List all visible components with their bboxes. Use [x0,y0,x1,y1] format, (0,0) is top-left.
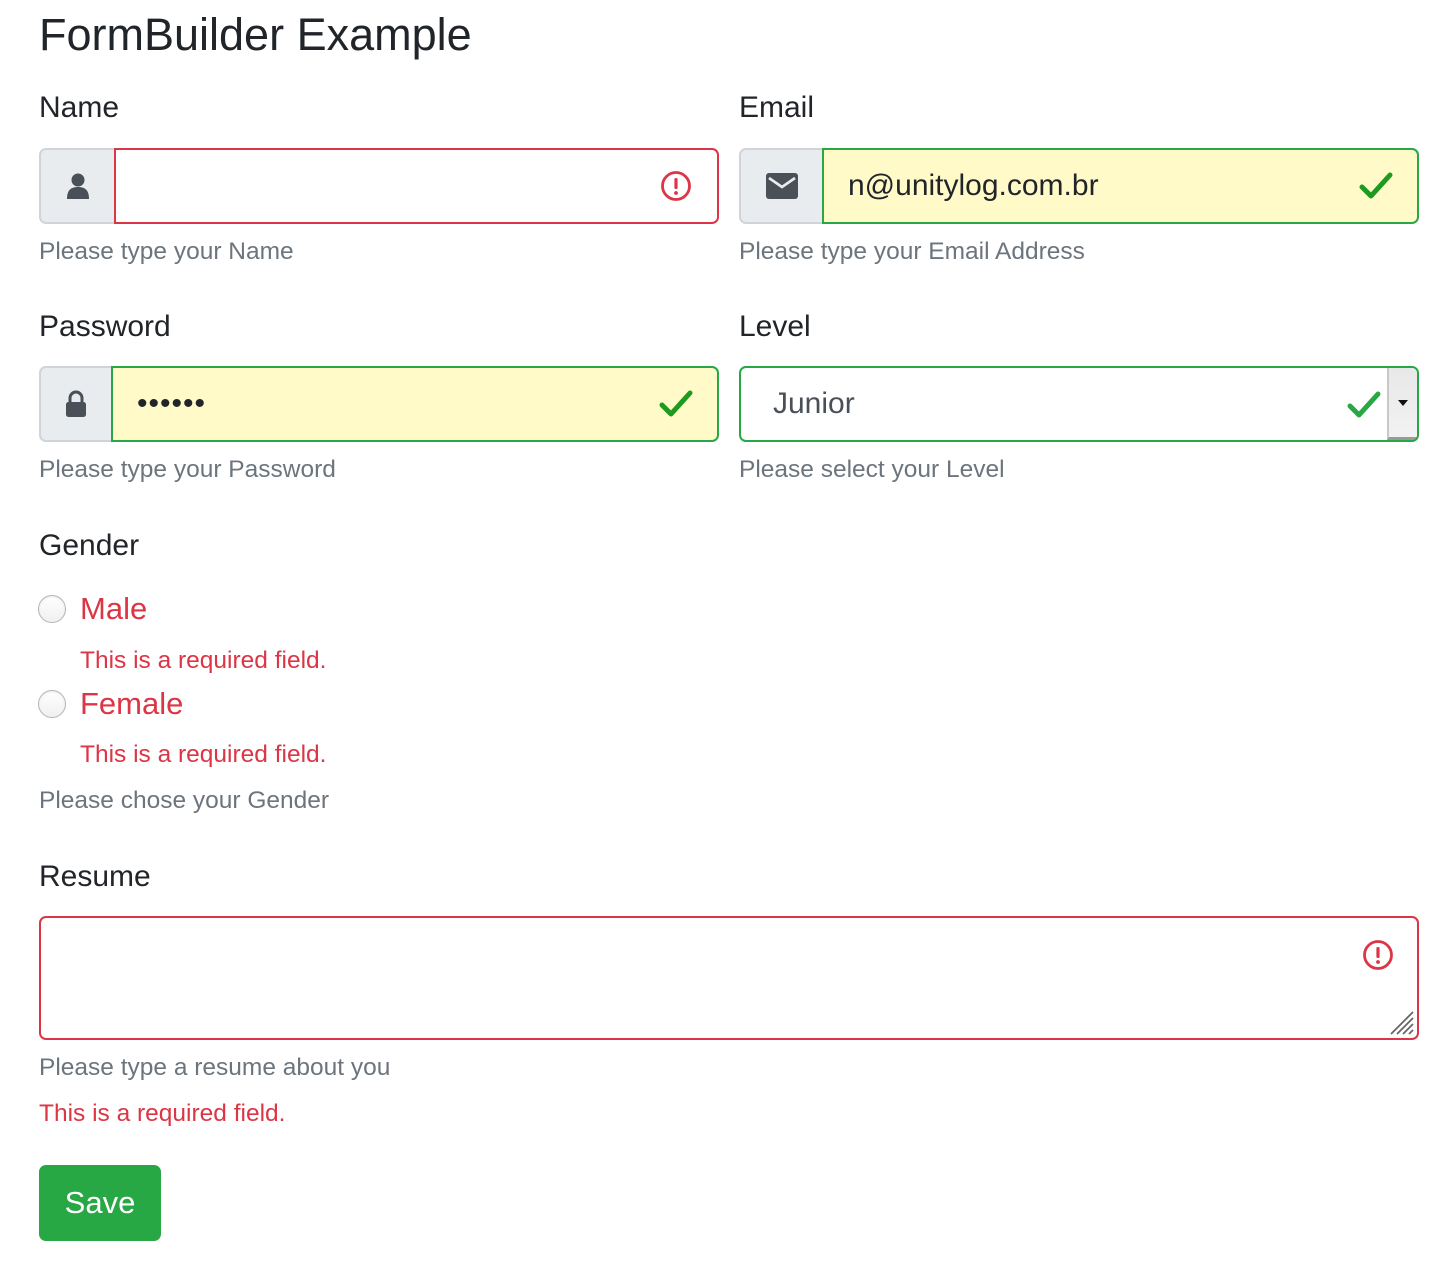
caret-down-icon [1398,399,1408,406]
radio-female[interactable] [38,690,66,718]
resume-textarea[interactable] [39,916,1419,1040]
resume-label: Resume [39,860,151,893]
email-help: Please type your Email Address [739,238,1085,265]
name-input[interactable] [114,148,719,224]
check-icon [1347,388,1381,422]
resume-help: Please type a resume about you [39,1054,391,1081]
radio-male[interactable] [38,595,66,623]
level-selected-value: Junior [773,387,855,420]
password-input-group: •••••• [39,366,719,442]
gender-help: Please chose your Gender [39,787,330,814]
resize-handle-icon[interactable] [1387,1008,1415,1036]
level-select[interactable]: Junior [739,366,1419,442]
exclamation-circle-icon [659,169,693,203]
name-addon [39,148,114,224]
email-input-group: n@unitylog.com.br [739,148,1419,224]
email-input[interactable]: n@unitylog.com.br [822,148,1419,224]
password-label: Password [39,310,171,343]
gender-female-error: This is a required field. [80,741,327,768]
check-icon [659,387,693,421]
level-label: Level [739,310,811,343]
save-button[interactable]: Save [39,1165,161,1241]
gender-option-male[interactable]: Male [38,591,147,627]
name-input-group [39,148,719,224]
gender-label: Gender [39,529,140,562]
check-icon [1359,169,1393,203]
password-input[interactable]: •••••• [111,366,719,442]
level-dropdown-button[interactable] [1387,368,1417,440]
envelope-icon [765,173,798,199]
radio-label-female[interactable]: Female [80,686,183,722]
email-label: Email [739,91,815,124]
password-help: Please type your Password [39,456,336,483]
exclamation-circle-icon [1361,938,1395,972]
gender-option-female[interactable]: Female [38,686,183,722]
gender-male-error: This is a required field. [80,647,327,674]
resume-error: This is a required field. [39,1100,286,1127]
name-label: Name [39,91,120,124]
lock-icon [66,390,86,417]
page-title: FormBuilder Example [39,9,472,60]
email-value: n@unitylog.com.br [848,169,1099,202]
password-addon [39,366,111,442]
level-help: Please select your Level [739,456,1005,483]
email-addon [739,148,822,224]
name-help: Please type your Name [39,238,294,265]
password-value: •••••• [137,387,207,420]
radio-label-male[interactable]: Male [80,591,147,627]
user-icon [66,173,89,199]
